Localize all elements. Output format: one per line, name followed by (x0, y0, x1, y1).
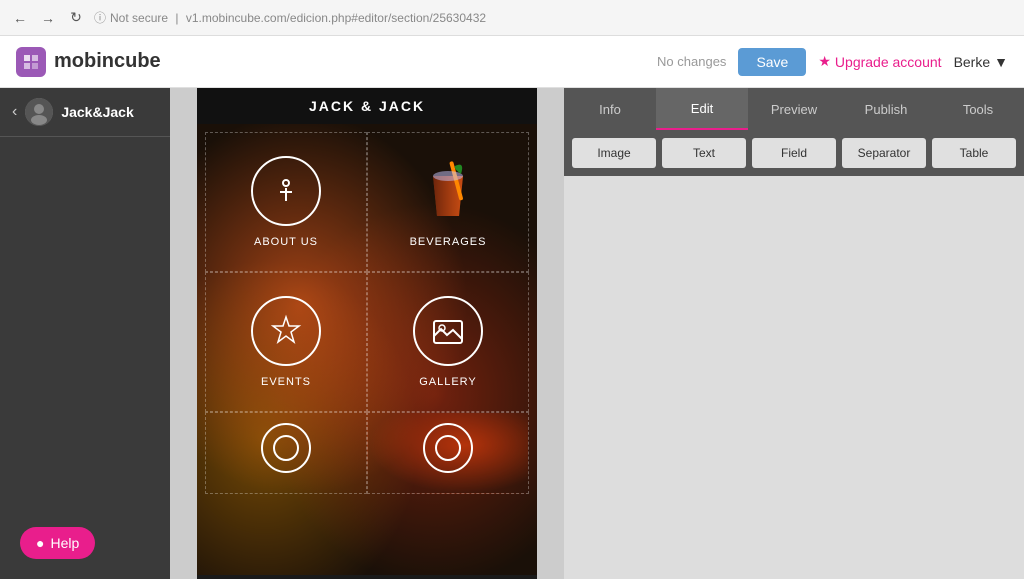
tab-edit[interactable]: Edit (656, 88, 748, 130)
tab-preview[interactable]: Preview (748, 88, 840, 130)
secure-label: Not secure (110, 11, 168, 25)
logo-icon (16, 47, 46, 77)
panel-tabs: Info Edit Preview Publish Tools (564, 88, 1024, 130)
about-us-icon-circle (251, 156, 321, 226)
field-button[interactable]: Field (752, 138, 836, 168)
image-button[interactable]: Image (572, 138, 656, 168)
tab-tools[interactable]: Tools (932, 88, 1024, 130)
mobile-grid: ABOUT US (197, 124, 537, 502)
tab-info[interactable]: Info (564, 88, 656, 130)
item5-icon (261, 423, 311, 473)
upgrade-button[interactable]: ★ Upgrade account (818, 53, 941, 70)
star-icon: ★ (818, 53, 831, 70)
url-text: v1.mobincube.com/edicion.php#editor/sect… (186, 11, 486, 25)
mobile-frame: JACK & JACK ABOUT US (197, 88, 537, 579)
mobile-preview: JACK & JACK ABOUT US (170, 88, 564, 579)
grid-item-events[interactable]: EVENTS (205, 272, 367, 412)
upgrade-label: Upgrade account (835, 54, 942, 70)
chevron-down-icon: ▼ (994, 54, 1008, 70)
mobile-title-bar: JACK & JACK (197, 88, 537, 124)
logo-text: mobincube (54, 50, 161, 73)
grid-item-gallery[interactable]: GALLERY (367, 272, 529, 412)
help-button[interactable]: ● Help (20, 527, 95, 559)
beverage-image (413, 156, 483, 226)
top-nav: mobincube No changes Save ★ Upgrade acco… (0, 36, 1024, 88)
separator-button[interactable]: Separator (842, 138, 926, 168)
help-icon: ● (36, 535, 44, 551)
grid-item-5[interactable] (205, 412, 367, 494)
item6-icon (423, 423, 473, 473)
text-button[interactable]: Text (662, 138, 746, 168)
back-nav-btn[interactable]: ← (10, 8, 30, 28)
site-avatar (25, 98, 53, 126)
help-label: Help (50, 535, 79, 551)
tab-publish[interactable]: Publish (840, 88, 932, 130)
events-icon-circle (251, 296, 321, 366)
logo-area: mobincube (16, 47, 657, 77)
back-button[interactable]: ‹ (12, 103, 17, 121)
mobile-content: ABOUT US (197, 124, 537, 575)
security-icon: ⓘ (94, 9, 106, 26)
editor-area: ‹ Jack&Jack JACK & JACK (0, 88, 1024, 579)
user-name: Berke (954, 54, 991, 70)
browser-chrome: ← → ↻ ⓘ Not secure | v1.mobincube.com/ed… (0, 0, 1024, 36)
no-changes-label: No changes (657, 54, 726, 69)
grid-item-beverages[interactable]: BEVERAGES (367, 132, 529, 272)
save-button[interactable]: Save (738, 48, 806, 76)
nav-actions: No changes Save ★ Upgrade account Berke … (657, 48, 1008, 76)
events-label: EVENTS (261, 376, 311, 388)
site-name: Jack&Jack (61, 104, 133, 120)
panel-content-area (564, 176, 1024, 579)
table-button[interactable]: Table (932, 138, 1016, 168)
element-buttons-bar: Image Text Field Separator Table (564, 130, 1024, 176)
right-panel: Info Edit Preview Publish Tools Image Te… (564, 88, 1024, 579)
left-sidebar: ‹ Jack&Jack (0, 88, 170, 579)
user-menu[interactable]: Berke ▼ (954, 54, 1008, 70)
grid-item-about-us[interactable]: ABOUT US (205, 132, 367, 272)
beverages-label: BEVERAGES (410, 236, 487, 248)
reload-btn[interactable]: ↻ (66, 8, 86, 28)
sidebar-header: ‹ Jack&Jack (0, 88, 170, 137)
about-us-label: ABOUT US (254, 236, 318, 248)
security-indicator: ⓘ Not secure | v1.mobincube.com/edicion.… (94, 9, 486, 26)
grid-item-6[interactable] (367, 412, 529, 494)
gallery-label: GALLERY (419, 376, 477, 388)
forward-nav-btn[interactable]: → (38, 8, 58, 28)
gallery-icon-circle (413, 296, 483, 366)
